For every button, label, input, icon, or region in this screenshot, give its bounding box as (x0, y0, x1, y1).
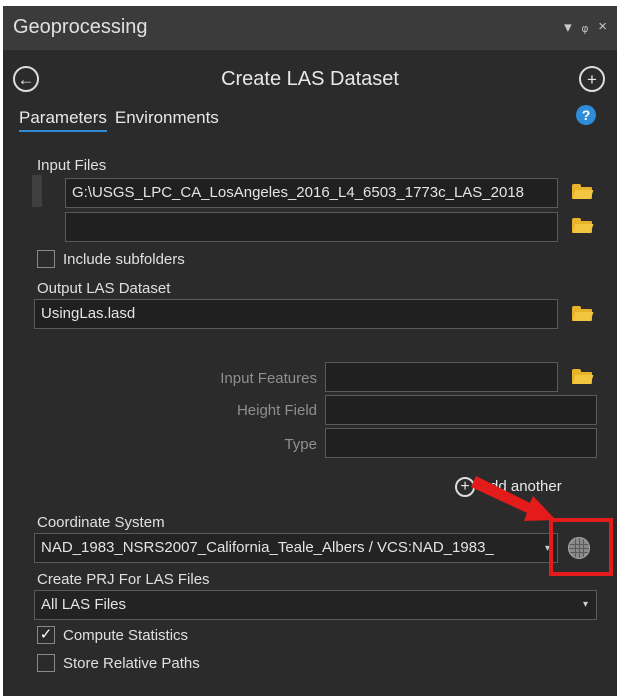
compute-statistics-checkbox[interactable]: ✓ (37, 626, 55, 644)
create-prj-label: Create PRJ For LAS Files (37, 571, 210, 588)
store-relative-paths-checkbox[interactable] (37, 654, 55, 672)
tool-header: ← Create LAS Dataset + (3, 60, 617, 100)
help-button[interactable]: ? (576, 105, 596, 125)
add-another-icon[interactable]: + (455, 477, 475, 497)
tab-parameters[interactable]: Parameters (19, 108, 107, 132)
include-subfolders-label: Include subfolders (63, 251, 185, 268)
compute-statistics-label: Compute Statistics (63, 627, 189, 644)
output-dataset-field[interactable]: UsingLas.lasd (34, 299, 558, 329)
create-prj-select[interactable]: All LAS Files (34, 590, 597, 620)
plus-icon: + (587, 69, 597, 89)
input-file-field-2[interactable] (65, 212, 558, 242)
browse-folder-icon[interactable] (572, 306, 594, 321)
add-another-link[interactable]: Add another (480, 478, 562, 495)
height-field-label: Height Field (236, 402, 317, 419)
store-relative-paths-label: Store Relative Paths (63, 655, 200, 672)
chevron-down-icon[interactable]: ▾ (583, 599, 588, 610)
add-to-favorites-button[interactable]: + (579, 66, 605, 92)
pane-titlebar: Geoprocessing ▾ ᵩ × (3, 6, 617, 50)
options-menu-icon[interactable]: ▾ (564, 18, 572, 36)
type-label: Type (284, 436, 317, 453)
coordinate-system-field[interactable]: NAD_1983_NSRS2007_California_Teale_Alber… (34, 533, 558, 563)
browse-folder-icon[interactable] (572, 184, 594, 199)
row-drag-handle[interactable] (32, 175, 42, 207)
type-input[interactable] (325, 428, 597, 458)
include-subfolders-checkbox[interactable] (37, 250, 55, 268)
input-features-label: Input Features (220, 370, 317, 387)
height-field-input[interactable] (325, 395, 597, 425)
input-file-field-1[interactable]: G:\USGS_LPC_CA_LosAngeles_2016_L4_6503_1… (65, 178, 558, 208)
output-dataset-label: Output LAS Dataset (37, 280, 171, 297)
input-features-field[interactable] (325, 362, 558, 392)
annotation-highlight-box (549, 518, 613, 576)
tab-environments[interactable]: Environments (115, 108, 219, 132)
input-files-label: Input Files (37, 157, 107, 174)
browse-folder-icon[interactable] (572, 369, 594, 384)
browse-folder-icon[interactable] (572, 218, 594, 233)
pin-icon[interactable]: ᵩ (582, 18, 589, 36)
tool-tabs: Parameters Environments (19, 108, 219, 132)
pane-title: Geoprocessing (13, 16, 148, 38)
tool-title: Create LAS Dataset (221, 68, 399, 90)
coordinate-system-label: Coordinate System (37, 514, 165, 531)
close-icon[interactable]: × (598, 18, 607, 36)
pane-controls: ▾ ᵩ × (564, 18, 607, 36)
